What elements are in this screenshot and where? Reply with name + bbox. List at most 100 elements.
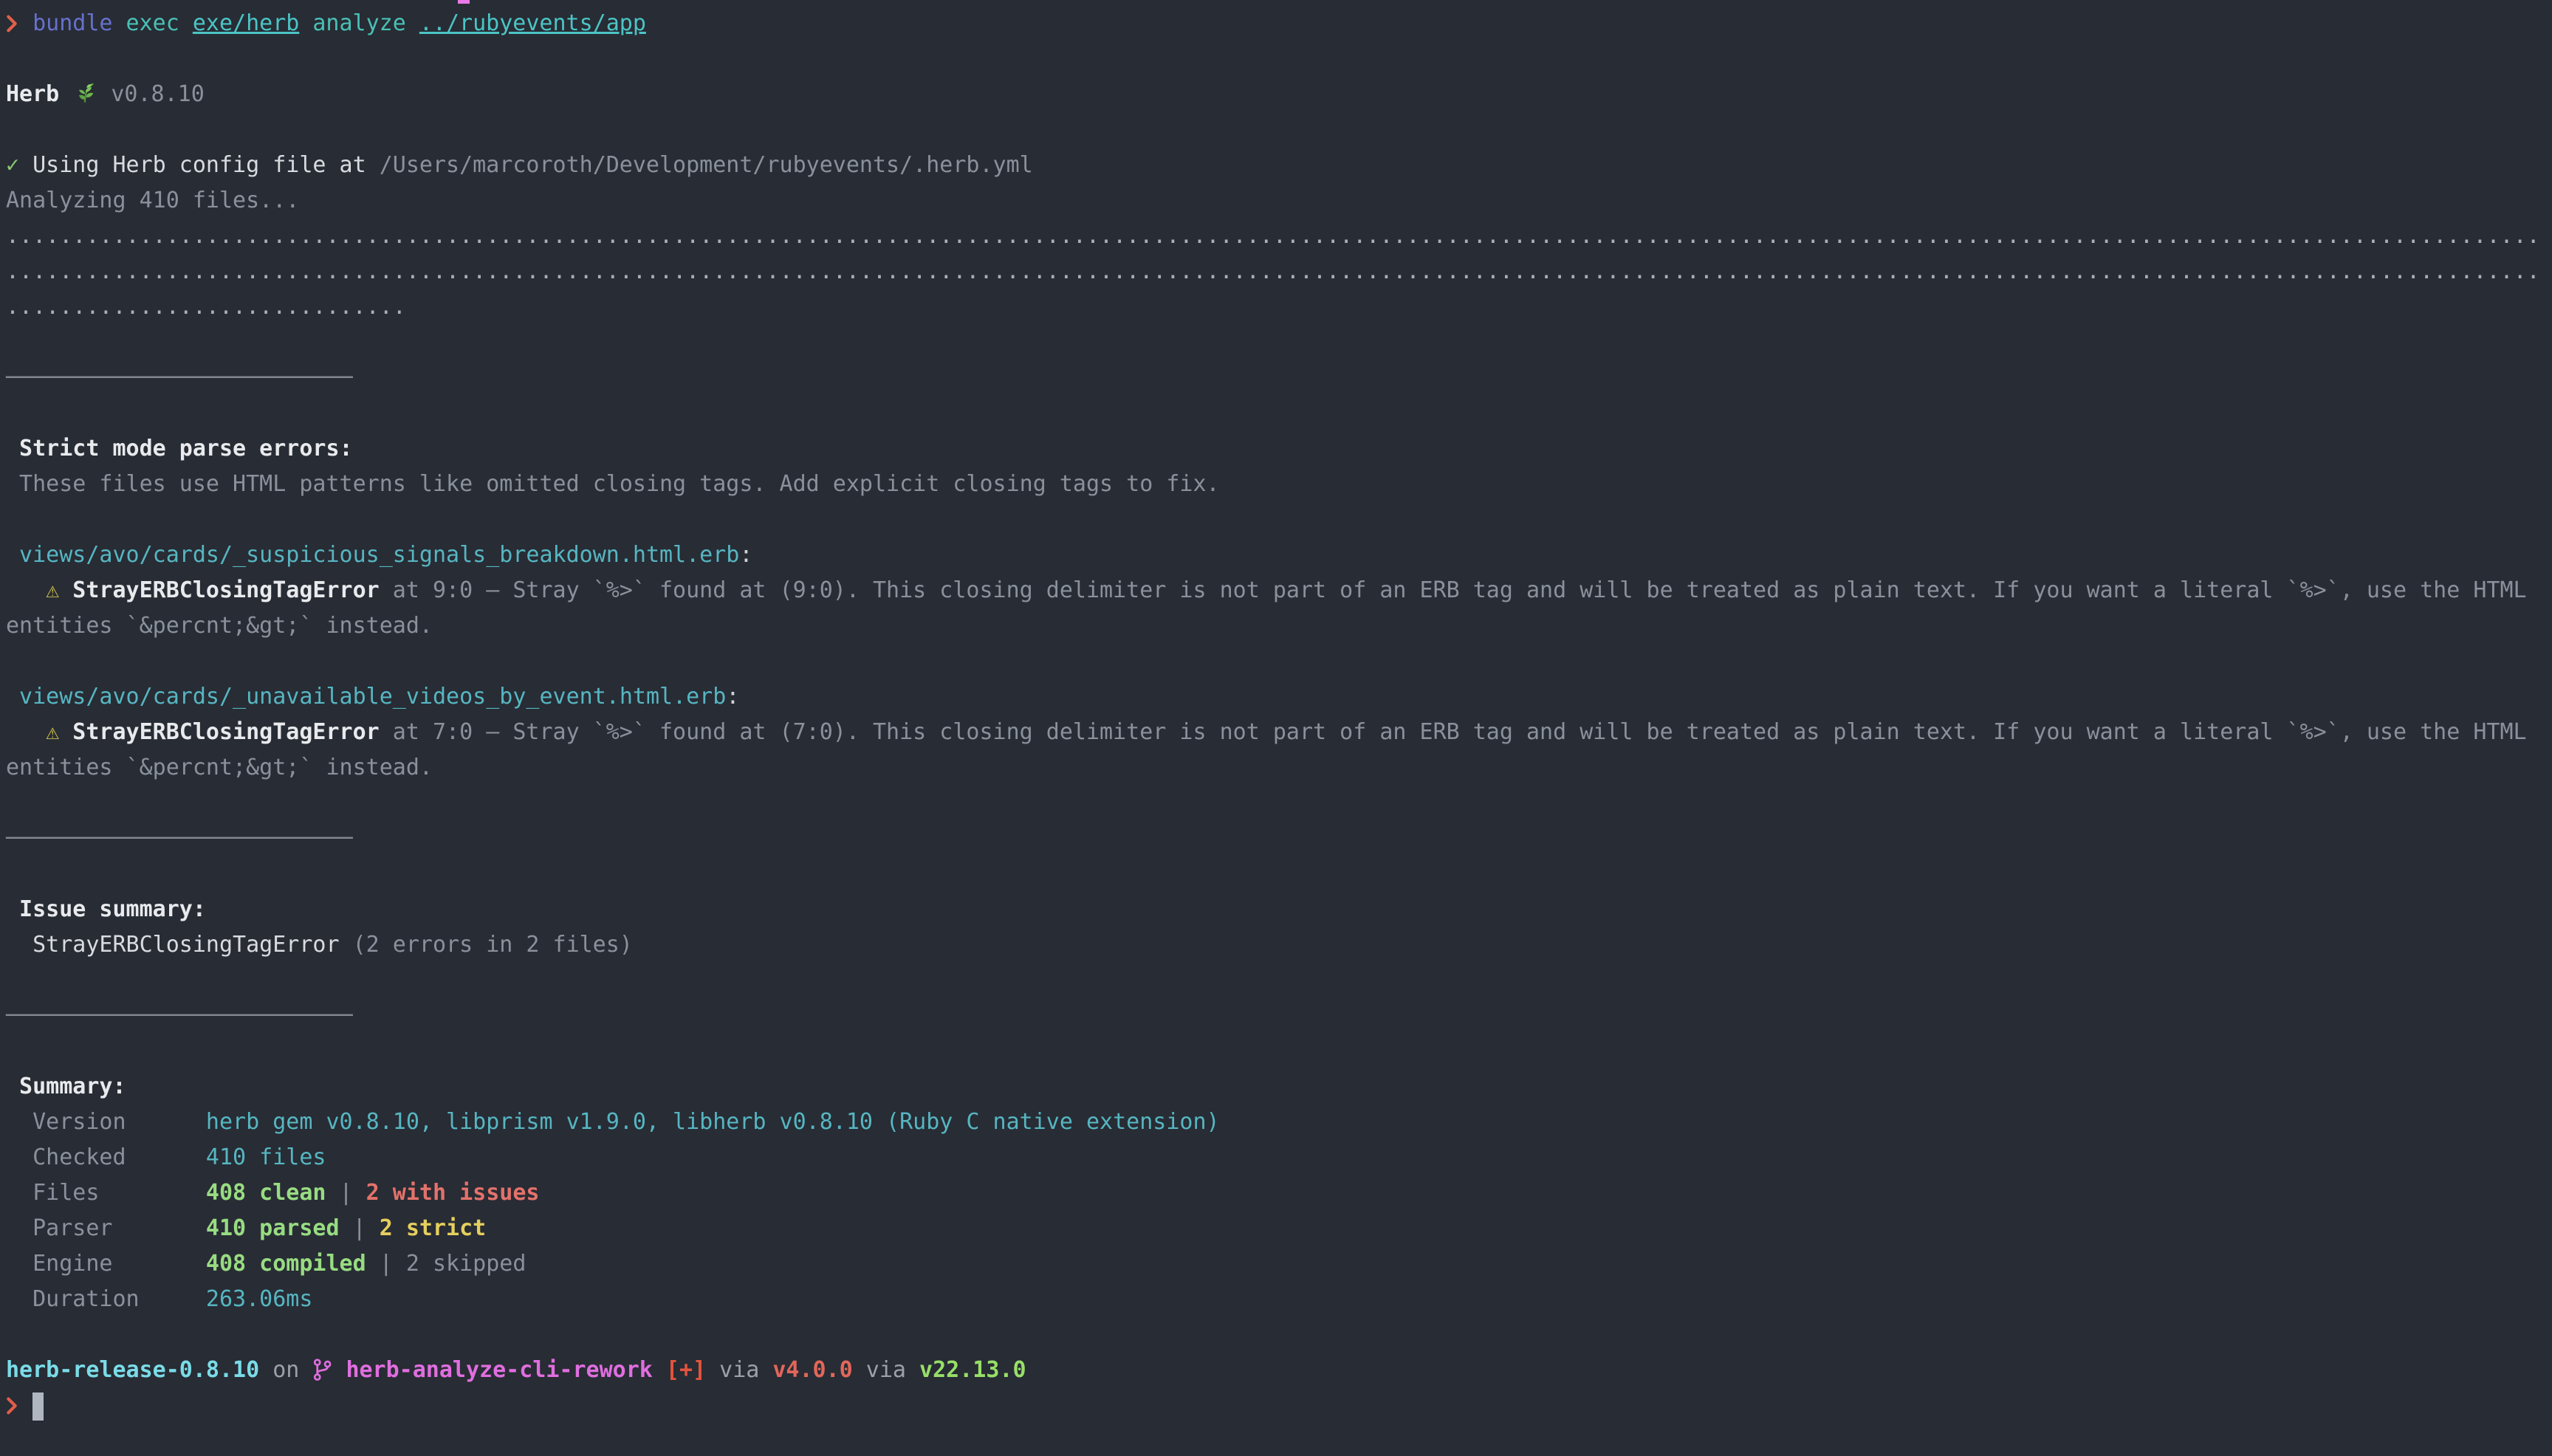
blank-line bbox=[6, 786, 2552, 821]
on-word: on bbox=[272, 1357, 299, 1383]
summary-value: 263.06ms bbox=[206, 1286, 313, 1312]
divider: ────────────────────────── bbox=[6, 1003, 353, 1029]
summary-value-clean: 408 clean bbox=[206, 1180, 326, 1206]
divider-line: ────────────────────────── bbox=[6, 998, 2552, 1034]
command-target-path: ../rubyevents/app bbox=[419, 10, 646, 36]
herb-leaf-icon bbox=[72, 81, 97, 107]
previous-line-artifact bbox=[458, 0, 470, 4]
progress-dots-line-2: ........................................… bbox=[6, 254, 2552, 289]
strict-errors-subtitle: These files use HTML patterns like omitt… bbox=[6, 467, 2552, 502]
divider-line: ────────────────────────── bbox=[6, 360, 2552, 396]
blank-line bbox=[6, 396, 2552, 431]
section-subtitle: These files use HTML patterns like omitt… bbox=[19, 471, 1220, 497]
check-icon: ✓ bbox=[6, 148, 32, 183]
error-detail-continued: entities `&percnt;&gt;` instead. bbox=[6, 755, 433, 780]
progress-dots: .............................. bbox=[6, 294, 406, 320]
analyzing-label: Analyzing 410 files... bbox=[6, 188, 299, 213]
section-title: Summary: bbox=[19, 1074, 126, 1099]
text-cursor[interactable] bbox=[32, 1393, 44, 1421]
summary-value-issues: 2 with issues bbox=[366, 1180, 540, 1206]
progress-dots-line-1: ........................................… bbox=[6, 219, 2552, 254]
error-detail: at 9:0 – Stray `%>` found at (9:0). This… bbox=[380, 577, 2527, 603]
section-title: Issue summary: bbox=[19, 896, 206, 922]
git-status-badge: [+] bbox=[666, 1357, 706, 1383]
issue-count: (2 errors in 2 files) bbox=[353, 932, 633, 958]
divider-line: ────────────────────────── bbox=[6, 821, 2552, 856]
error-file-colon: : bbox=[739, 542, 752, 568]
summary-separator: | bbox=[326, 1180, 366, 1206]
error-detail-continued: entities `&percnt;&gt;` instead. bbox=[6, 613, 433, 639]
error-file-line: views/avo/cards/_suspicious_signals_brea… bbox=[6, 538, 2552, 573]
divider: ────────────────────────── bbox=[6, 825, 353, 851]
error-detail-wrap-line: entities `&percnt;&gt;` instead. bbox=[6, 608, 2552, 644]
summary-row-parser: Parser410 parsed | 2 strict bbox=[6, 1211, 2552, 1246]
strict-errors-title: Strict mode parse errors: bbox=[6, 431, 2552, 467]
summary-row-files: Files408 clean | 2 with issues bbox=[6, 1175, 2552, 1211]
blank-line bbox=[6, 856, 2552, 892]
summary-value-strict: 2 strict bbox=[380, 1215, 487, 1241]
summary-label: Version bbox=[32, 1105, 206, 1140]
warning-icon: ⚠ bbox=[46, 715, 72, 750]
issue-summary-entry: StrayERBClosingTagError (2 errors in 2 fi… bbox=[6, 927, 2552, 963]
ruby-version: v4.0.0 bbox=[772, 1357, 852, 1383]
issue-name: StrayERBClosingTagError bbox=[32, 932, 339, 958]
git-branch-icon bbox=[312, 1357, 332, 1383]
error-file-path: views/avo/cards/_unavailable_videos_by_e… bbox=[19, 684, 726, 710]
warning-icon: ⚠ bbox=[46, 573, 72, 608]
directory-name: herb-release-0.8.10 bbox=[6, 1357, 259, 1383]
progress-dots-line-3: .............................. bbox=[6, 289, 2552, 325]
via-word: via bbox=[719, 1357, 759, 1383]
divider: ────────────────────────── bbox=[6, 365, 353, 391]
error-detail: at 7:0 – Stray `%>` found at (7:0). This… bbox=[380, 719, 2527, 745]
summary-label: Duration bbox=[32, 1282, 206, 1317]
config-line: ✓Using Herb config file at/Users/marcoro… bbox=[6, 148, 2552, 183]
command-subcommand: exec bbox=[126, 10, 179, 36]
node-version: v22.13.0 bbox=[919, 1357, 1026, 1383]
blank-line bbox=[6, 325, 2552, 360]
summary-label: Files bbox=[32, 1175, 206, 1211]
analyzing-line: Analyzing 410 files... bbox=[6, 183, 2552, 219]
command-action: analyze bbox=[312, 10, 405, 36]
command-binary-path: exe/herb bbox=[193, 10, 300, 36]
issue-summary-title: Issue summary: bbox=[6, 892, 2552, 927]
config-path: /Users/marcoroth/Development/rubyevents/… bbox=[380, 152, 1033, 178]
error-file-line: views/avo/cards/_unavailable_videos_by_e… bbox=[6, 679, 2552, 715]
summary-separator: | bbox=[340, 1215, 380, 1241]
blank-line bbox=[6, 1034, 2552, 1069]
prompt-chevron-icon bbox=[6, 1388, 32, 1424]
error-name: StrayERBClosingTagError bbox=[72, 577, 379, 603]
summary-row-version: Versionherb gem v0.8.10, libprism v1.9.0… bbox=[6, 1105, 2552, 1140]
blank-line bbox=[6, 963, 2552, 998]
error-file-colon: : bbox=[726, 684, 739, 710]
error-detail-wrap-line: entities `&percnt;&gt;` instead. bbox=[6, 750, 2552, 786]
summary-row-duration: Duration263.06ms bbox=[6, 1282, 2552, 1317]
blank-line bbox=[6, 41, 2552, 77]
progress-dots: ........................................… bbox=[6, 223, 2540, 249]
command-line: bundle exec exe/herb analyze ../rubyevents/a… bbox=[6, 6, 2552, 41]
summary-value-parsed: 410 parsed bbox=[206, 1215, 340, 1241]
error-name: StrayERBClosingTagError bbox=[72, 719, 379, 745]
via-word: via bbox=[866, 1357, 906, 1383]
summary-label: Engine bbox=[32, 1246, 206, 1282]
summary-value: 410 files bbox=[206, 1144, 326, 1170]
blank-line bbox=[6, 1424, 2552, 1456]
summary-label: Parser bbox=[32, 1211, 206, 1246]
prompt-chevron-icon bbox=[6, 6, 32, 41]
blank-line bbox=[6, 112, 2552, 148]
prompt-input-line[interactable] bbox=[6, 1388, 2552, 1424]
git-status-line: herb-release-0.8.10 on herb-analyze-cli-re… bbox=[6, 1353, 2552, 1388]
error-file-path: views/avo/cards/_suspicious_signals_brea… bbox=[19, 542, 739, 568]
app-header: Herbv0.8.10 bbox=[6, 77, 2552, 112]
terminal[interactable]: bundle exec exe/herb analyze ../rubyevents/a… bbox=[0, 0, 2552, 1456]
summary-row-engine: Engine408 compiled | 2 skipped bbox=[6, 1246, 2552, 1282]
blank-line bbox=[6, 1317, 2552, 1353]
branch-name: herb-analyze-cli-rework bbox=[346, 1357, 652, 1383]
command-program: bundle bbox=[32, 10, 112, 36]
summary-value-compiled: 408 compiled bbox=[206, 1251, 366, 1277]
config-text: Using Herb config file at bbox=[32, 152, 366, 178]
progress-dots: ........................................… bbox=[6, 258, 2540, 284]
summary-value: herb gem v0.8.10, libprism v1.9.0, libhe… bbox=[206, 1109, 1220, 1135]
error-detail-line: ⚠StrayERBClosingTagError at 9:0 – Stray … bbox=[6, 573, 2552, 608]
summary-value-skipped: 2 skipped bbox=[406, 1251, 526, 1277]
blank-line bbox=[6, 644, 2552, 679]
